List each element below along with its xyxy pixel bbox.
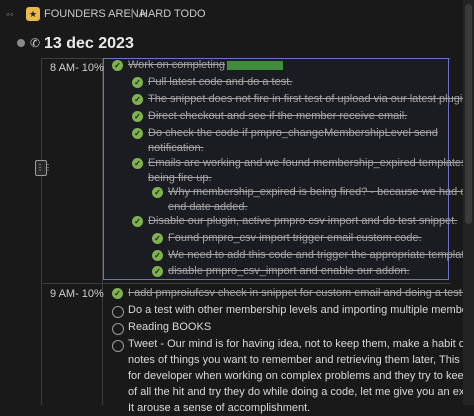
checkbox-empty-icon[interactable] [112, 306, 124, 318]
todo-item[interactable]: Tweet - Our mind is for having idea, not… [128, 337, 474, 352]
check-done-icon[interactable]: ✓ [152, 233, 163, 244]
todo-item[interactable]: Do check the code if pmpro_changeMembers… [148, 126, 438, 141]
check-done-icon[interactable]: ✓ [152, 266, 163, 277]
check-done-icon[interactable]: ✓ [112, 288, 123, 299]
top-bar: ◦◦ ★ FOUNDERS ARENA | HARD TODO [0, 0, 474, 28]
redacted-mark [227, 60, 284, 70]
todo-item-continued: notes of things you want to remember and… [128, 354, 474, 366]
todo-item[interactable]: Found pmpro_csv import trigger email cus… [168, 231, 422, 246]
todo-item[interactable]: We need to add this code and trigger the… [168, 248, 474, 263]
todo-item[interactable]: Reading BOOKS [128, 320, 211, 335]
todo-item[interactable]: Direct checkout and see if the member re… [148, 109, 407, 124]
check-done-icon[interactable]: ✓ [132, 158, 143, 169]
todo-item[interactable]: I add pmproiufcsv check in snippet for c… [128, 286, 474, 301]
menu-dots-icon[interactable]: ◦◦ [6, 9, 14, 21]
todo-item[interactable]: disable pmpro_csv_import and enable our … [168, 264, 410, 279]
breadcrumb-page[interactable]: HARD TODO [140, 8, 206, 20]
checkbox-empty-icon[interactable] [112, 323, 124, 335]
checkbox-empty-icon[interactable] [112, 340, 124, 352]
drag-handle-icon[interactable]: ⋮⋮ [35, 160, 52, 176]
todo-item-continued: of all the hit and try they do while doi… [128, 386, 474, 398]
todo-item-continued: It arouse a sense of accomplishment. [128, 402, 311, 414]
todo-item-continued: being fire up. [148, 172, 212, 184]
check-done-icon[interactable]: ✓ [152, 187, 163, 198]
workspace-logo-icon: ★ [26, 7, 40, 21]
check-done-icon[interactable]: ✓ [132, 111, 143, 122]
todo-item[interactable]: Disable our plugin, active pmpro csv imp… [148, 214, 457, 229]
todo-item[interactable]: Emails are working and we found membersh… [148, 156, 474, 171]
scroll-thumb[interactable] [465, 4, 472, 224]
check-done-icon[interactable]: ✓ [132, 77, 143, 88]
todo-item[interactable]: Work on completing [128, 58, 284, 73]
todo-item[interactable]: Why membership_expired is being fired? -… [168, 185, 474, 200]
breadcrumb-separator: | [131, 7, 134, 19]
check-done-icon[interactable]: ✓ [132, 216, 143, 227]
time-label-1: 8 AM- 10% [50, 62, 104, 74]
timeline-divider [41, 58, 42, 405]
todo-item[interactable]: Pull latest code and do a test. [148, 75, 292, 90]
todo-item-continued: notification. [148, 142, 204, 154]
time-label-2: 9 AM- 10% [50, 288, 104, 300]
todo-item[interactable]: Do a test with other membership levels a… [128, 303, 474, 318]
page-title: 13 dec 2023 [44, 35, 134, 52]
phone-icon: ✆ [30, 36, 41, 50]
todo-item-continued: for developer when working on complex pr… [128, 370, 474, 382]
scrollbar[interactable] [463, 0, 474, 405]
block-bullet-icon[interactable] [17, 39, 25, 47]
todo-item-continued: end date added. [168, 201, 248, 213]
check-done-icon[interactable]: ✓ [132, 94, 143, 105]
check-done-icon[interactable]: ✓ [132, 128, 143, 139]
row-divider [41, 283, 451, 284]
todo-item[interactable]: The snippet does not fire in first test … [148, 92, 471, 107]
check-done-icon[interactable]: ✓ [112, 60, 123, 71]
check-done-icon[interactable]: ✓ [152, 250, 163, 261]
